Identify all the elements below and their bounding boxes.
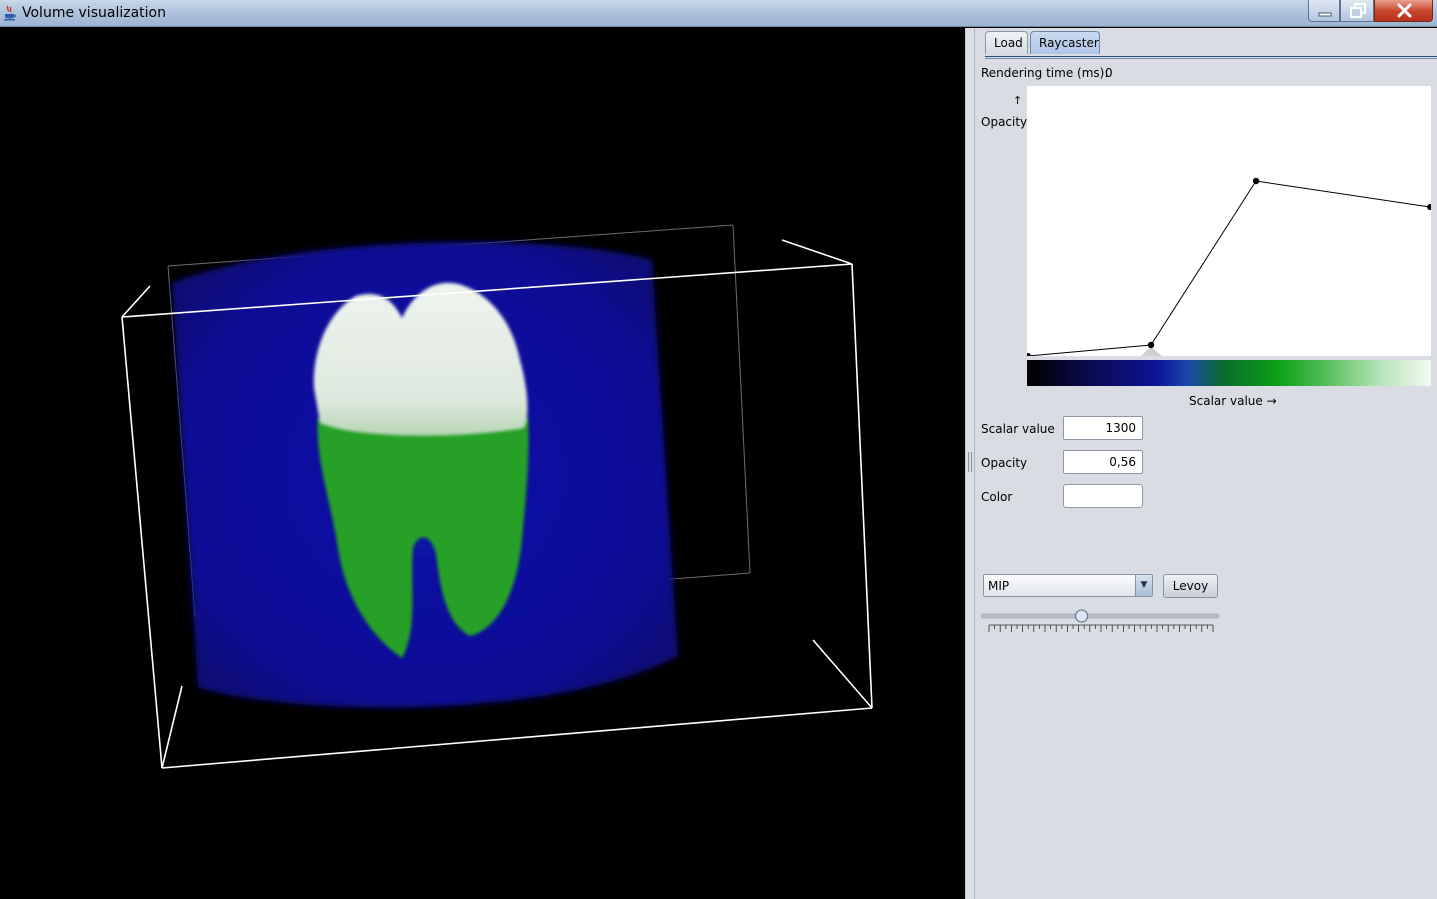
tab-underline	[985, 56, 1437, 59]
opacity-axis-arrow: ↑	[1013, 94, 1023, 107]
maximize-button[interactable]	[1340, 0, 1374, 22]
rendering-time-value: 0	[1105, 66, 1113, 80]
minimize-icon	[1318, 12, 1332, 17]
java-app-icon	[3, 5, 17, 21]
chevron-down-icon[interactable]: ▼	[1135, 575, 1152, 596]
slider-thumb[interactable]	[1075, 609, 1089, 623]
opacity-label: Opacity	[981, 456, 1028, 470]
rendering-time-label: Rendering time (ms):	[981, 66, 1109, 80]
volume-render-viewport[interactable]	[0, 28, 965, 899]
scalar-value-field[interactable]: 1300	[1063, 416, 1143, 440]
color-ramp-bar	[1027, 360, 1431, 386]
opacity-axis-label: Opacity	[981, 115, 1028, 129]
volume-rendering	[121, 224, 873, 769]
opacity-curve	[1027, 180, 1431, 357]
window-title: Volume visualization	[22, 5, 166, 21]
close-icon	[1397, 3, 1412, 18]
histogram-bump	[1139, 348, 1165, 357]
levoy-button[interactable]: Levoy	[1163, 574, 1218, 598]
color-label: Color	[981, 490, 1013, 504]
control-point[interactable]	[1252, 177, 1260, 185]
slider-ticks	[988, 624, 1214, 632]
scalar-value-axis-label: Scalar value →	[1189, 394, 1277, 408]
tab-load[interactable]: Load	[985, 31, 1028, 54]
opacity-field[interactable]: 0,56	[1063, 450, 1143, 474]
scalar-value-label: Scalar value	[981, 422, 1055, 436]
split-pane-divider[interactable]	[965, 28, 975, 899]
slider-track	[981, 613, 1220, 619]
restore-icon	[1350, 3, 1366, 18]
color-swatch-button[interactable]	[1063, 484, 1143, 508]
close-button[interactable]	[1374, 0, 1433, 22]
tab-raycaster[interactable]: Raycaster	[1030, 31, 1100, 54]
transfer-function-editor[interactable]	[1027, 86, 1431, 357]
control-point[interactable]	[1147, 341, 1155, 349]
control-point[interactable]	[1427, 204, 1431, 210]
divider-grip-icon[interactable]	[968, 452, 972, 472]
resolution-slider[interactable]	[981, 608, 1221, 638]
render-mode-select[interactable]: MIP ▼	[983, 574, 1153, 597]
render-mode-selected: MIP	[988, 579, 1010, 593]
raycaster-panel: Load Raycaster Rendering time (ms): 0 ↑ …	[975, 28, 1437, 899]
minimize-button[interactable]	[1308, 0, 1340, 22]
title-bar: Volume visualization	[0, 0, 1437, 27]
